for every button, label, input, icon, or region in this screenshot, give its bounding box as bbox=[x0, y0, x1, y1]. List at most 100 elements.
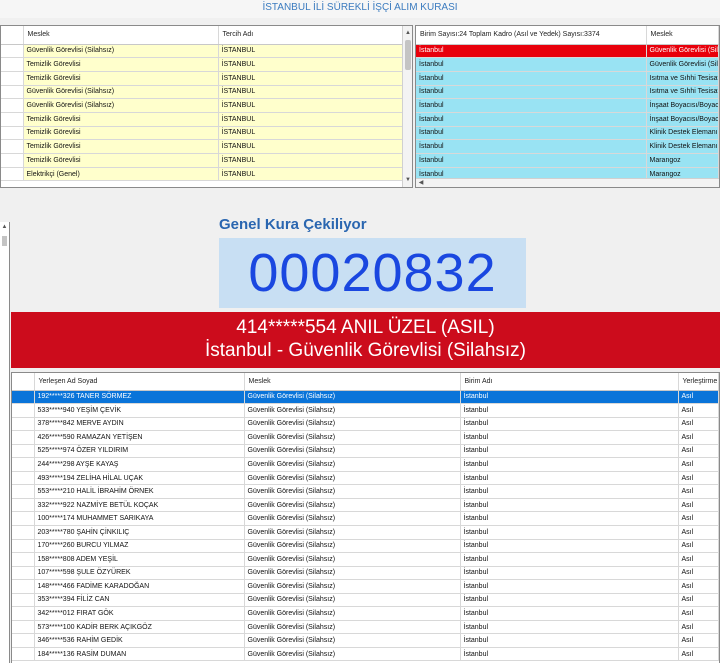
row-header-cell[interactable] bbox=[1, 57, 24, 72]
placement-row[interactable]: 493*****194 ZELİHA HİLAL UÇAK Güvenlik Gö… bbox=[12, 471, 719, 486]
birim-cell: İstanbul bbox=[416, 44, 647, 59]
placement-row[interactable]: 192*****326 TANER SÖRMEZ Güvenlik Görevli… bbox=[12, 390, 719, 405]
tercih-row[interactable]: Elektrikçi (Genel) İSTANBUL bbox=[1, 167, 412, 182]
placement-grid[interactable]: Yerleşen Ad Soyad Meslek Birim Adı Yerle… bbox=[11, 372, 720, 663]
column-header-yerlestirme-turu[interactable]: Yerleştirme Türü bbox=[678, 373, 719, 391]
placement-row[interactable]: 573*****100 KADİR BERK AÇIKGÖZ Güvenlik G… bbox=[12, 620, 719, 635]
tercih-row[interactable]: Temizlik Görevlisi İSTANBUL bbox=[1, 153, 412, 168]
birim-row[interactable]: İstanbul İnşaat Boyacısı/Boyacı bbox=[416, 112, 719, 127]
placement-row[interactable]: 353*****394 FİLİZ CAN Güvenlik Görevlisi … bbox=[12, 593, 719, 608]
birim-horizontal-scrollbar[interactable]: ◀ bbox=[416, 178, 719, 187]
row-header-cell[interactable] bbox=[12, 593, 35, 608]
column-header-meslek[interactable]: Meslek bbox=[23, 26, 219, 45]
meslek-cell: Isıtma ve Sıhhi Tesisatçı bbox=[646, 85, 719, 100]
birim-row[interactable]: İstanbul Marangoz bbox=[416, 153, 719, 168]
placement-row[interactable]: 332*****922 NAZMİYE BETÜL KOÇAK Güvenlik … bbox=[12, 498, 719, 513]
tercih-row[interactable]: Güvenlik Görevlisi (Silahsız) İSTANBUL bbox=[1, 44, 412, 59]
placement-row[interactable]: 158*****808 ADEM YEŞİL Güvenlik Görevlisi… bbox=[12, 552, 719, 567]
column-header-birim-adi[interactable]: Birim Adı bbox=[460, 373, 679, 391]
birim-row[interactable]: İstanbul Isıtma ve Sıhhi Tesisatçı bbox=[416, 71, 719, 86]
row-header-cell[interactable] bbox=[12, 444, 35, 459]
row-header-cell[interactable] bbox=[12, 620, 35, 635]
placement-row[interactable]: 553*****210 HALİL İBRAHİM ÖRNEK Güvenlik … bbox=[12, 484, 719, 499]
side-scrollbar[interactable]: ▲ bbox=[0, 222, 10, 663]
column-header-meslek[interactable]: Meslek bbox=[244, 373, 461, 391]
row-header-cell[interactable] bbox=[12, 579, 35, 594]
tercih-vertical-scrollbar[interactable]: ▲ ▼ bbox=[402, 26, 412, 187]
row-header-cell[interactable] bbox=[12, 539, 35, 554]
meslek-cell: Marangoz bbox=[646, 153, 719, 168]
row-header-cell[interactable] bbox=[12, 498, 35, 513]
tercih-row[interactable]: Güvenlik Görevlisi (Silahsız) İSTANBUL bbox=[1, 98, 412, 113]
scroll-down-arrow-icon[interactable]: ▼ bbox=[403, 175, 412, 185]
tercih-row[interactable]: Temizlik Görevlisi İSTANBUL bbox=[1, 71, 412, 86]
placement-row[interactable]: 184*****136 RASİM DUMAN Güvenlik Görevlis… bbox=[12, 647, 719, 662]
row-header-cell[interactable] bbox=[12, 633, 35, 648]
birim-row[interactable]: İstanbulKlinik Destek Elemanı (Hasta Kab… bbox=[416, 126, 719, 141]
scroll-up-arrow-icon[interactable]: ▲ bbox=[403, 28, 412, 38]
column-header-ad-soyad[interactable]: Yerleşen Ad Soyad bbox=[34, 373, 245, 391]
placement-row[interactable]: 170*****260 BURCU YILMAZ Güvenlik Görevli… bbox=[12, 539, 719, 554]
placement-row[interactable]: 148*****466 FADİME KARADOĞAN Güvenlik Gör… bbox=[12, 579, 719, 594]
birim-row[interactable]: İstanbulKlinik Destek Elemanı (Hasta Kab… bbox=[416, 139, 719, 154]
placement-row[interactable]: 533*****940 YEŞİM ÇEVİK Güvenlik Görevlis… bbox=[12, 403, 719, 418]
row-header-cell[interactable] bbox=[1, 126, 24, 141]
row-header-cell[interactable] bbox=[12, 417, 35, 432]
tercih-row[interactable]: Temizlik Görevlisi İSTANBUL bbox=[1, 139, 412, 154]
row-header-cell[interactable] bbox=[12, 525, 35, 540]
row-header-cell[interactable] bbox=[12, 647, 35, 662]
tercih-row[interactable]: Temizlik Görevlisi İSTANBUL bbox=[1, 57, 412, 72]
tercih-adi-cell: İSTANBUL bbox=[218, 57, 412, 72]
placement-row[interactable]: 378*****842 MERVE AYDIN Güvenlik Görevlis… bbox=[12, 417, 719, 432]
birim-row[interactable]: İstanbul İnşaat Boyacısı/Boyacı bbox=[416, 98, 719, 113]
row-header-cell[interactable] bbox=[12, 471, 35, 486]
column-header-tercih-adi[interactable]: Tercih Adı bbox=[218, 26, 412, 45]
placement-row[interactable]: 100*****174 MUHAMMET SARIKAYA Güvenlik Gö… bbox=[12, 511, 719, 526]
column-header-birim-sayisi[interactable]: Birim Sayısı:24 Toplam Kadro (Asıl ve Ye… bbox=[416, 26, 647, 45]
yerlestirme-turu-cell: Asıl bbox=[678, 457, 719, 472]
row-header-cell[interactable] bbox=[12, 430, 35, 445]
column-header-meslek[interactable]: Meslek bbox=[646, 26, 719, 45]
row-header-cell[interactable] bbox=[1, 112, 24, 127]
row-header-cell[interactable] bbox=[1, 71, 24, 86]
placement-row[interactable]: 426*****590 RAMAZAN YETİŞEN Güvenlik Göre… bbox=[12, 430, 719, 445]
scroll-left-arrow-icon[interactable]: ◀ bbox=[416, 179, 426, 187]
row-header-cell[interactable] bbox=[1, 85, 24, 100]
row-header-cell[interactable] bbox=[1, 44, 24, 59]
meslek-cell: Güvenlik Görevlisi (Silahsız) bbox=[244, 430, 461, 445]
tercih-row[interactable]: Güvenlik Görevlisi (Silahsız) İSTANBUL bbox=[1, 85, 412, 100]
row-header-cell[interactable] bbox=[12, 390, 35, 405]
scroll-thumb[interactable] bbox=[2, 236, 7, 246]
row-header-cell[interactable] bbox=[12, 566, 35, 581]
tercih-adi-cell: İSTANBUL bbox=[218, 112, 412, 127]
placement-row[interactable]: 342*****012 FIRAT GÖK Güvenlik Görevlisi … bbox=[12, 606, 719, 621]
row-header-cell[interactable] bbox=[12, 484, 35, 499]
row-header-cell[interactable] bbox=[12, 606, 35, 621]
row-header-cell[interactable] bbox=[1, 139, 24, 154]
winner-name: 414*****554 ANIL ÜZEL (ASIL) bbox=[236, 317, 495, 338]
row-header-cell[interactable] bbox=[1, 98, 24, 113]
placement-row[interactable]: 203*****780 ŞAHİN ÇİNKILIÇ Güvenlik Görev… bbox=[12, 525, 719, 540]
tercih-row[interactable]: Temizlik Görevlisi İSTANBUL bbox=[1, 112, 412, 127]
row-header-cell[interactable] bbox=[12, 552, 35, 567]
placement-row[interactable]: 346*****536 RAHİM GEDİK Güvenlik Görevlis… bbox=[12, 633, 719, 648]
birim-adi-cell: İstanbul bbox=[460, 539, 679, 554]
row-header-cell[interactable] bbox=[1, 167, 24, 182]
row-header-cell[interactable] bbox=[12, 403, 35, 418]
tercih-grid[interactable]: Meslek Tercih Adı Güvenlik Görevlisi (Si… bbox=[0, 25, 413, 188]
tercih-row[interactable]: Temizlik Görevlisi İSTANBUL bbox=[1, 126, 412, 141]
placement-row[interactable]: 525*****974 ÖZER YILDIRIM Güvenlik Görevl… bbox=[12, 444, 719, 459]
placement-row[interactable]: 107*****598 ŞULE ÖZYÜREK Güvenlik Görevli… bbox=[12, 566, 719, 581]
row-header-cell[interactable] bbox=[12, 457, 35, 472]
yerlestirme-turu-cell: Asıl bbox=[678, 498, 719, 513]
scroll-thumb[interactable] bbox=[405, 40, 411, 70]
birim-adi-cell: İstanbul bbox=[460, 511, 679, 526]
row-header-cell[interactable] bbox=[1, 153, 24, 168]
placement-row[interactable]: 244*****298 AYŞE KAYAŞ Güvenlik Görevlisi… bbox=[12, 457, 719, 472]
birim-row[interactable]: İstanbul Isıtma ve Sıhhi Tesisatçı bbox=[416, 85, 719, 100]
birim-row[interactable]: İstanbulGüvenlik Görevlisi (Silahsız) bbox=[416, 44, 719, 59]
birim-grid[interactable]: Birim Sayısı:24 Toplam Kadro (Asıl ve Ye… bbox=[415, 25, 720, 188]
birim-row[interactable]: İstanbulGüvenlik Görevlisi (Silahsız) bbox=[416, 57, 719, 72]
scroll-up-arrow-icon[interactable]: ▲ bbox=[0, 224, 9, 234]
row-header-cell[interactable] bbox=[12, 511, 35, 526]
